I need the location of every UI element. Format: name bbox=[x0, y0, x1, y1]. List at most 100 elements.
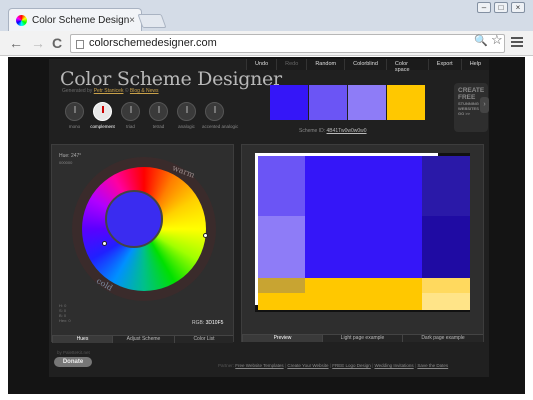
window-maximize-button[interactable]: □ bbox=[494, 2, 508, 13]
menu-help[interactable]: Help bbox=[460, 59, 489, 70]
footer-link[interactable]: FREE Logo Design bbox=[332, 363, 371, 368]
tab-preview[interactable]: Preview bbox=[242, 334, 322, 342]
scheme-label: accented analogic bbox=[202, 124, 239, 129]
scheme-tetrad[interactable]: tetrad bbox=[146, 102, 171, 129]
new-tab-button[interactable] bbox=[137, 14, 167, 28]
app-container: Color Scheme Designer Generated by Petr … bbox=[49, 59, 489, 377]
preview-panel: Preview Light page example Dark page exa… bbox=[241, 144, 484, 342]
footer-links: Partner: Free Website Templates | Create… bbox=[218, 363, 449, 368]
footer-link[interactable]: Wedding Invitations bbox=[374, 363, 413, 368]
menu-random[interactable]: Random bbox=[306, 59, 345, 70]
triad-scheme-icon bbox=[121, 102, 140, 121]
complement-handle[interactable] bbox=[102, 241, 107, 246]
preview-block-dark bbox=[422, 156, 470, 216]
accented-analogic-scheme-icon bbox=[205, 102, 224, 121]
browser-toolbar: ← → C colorschemedesigner.com 🔍 ☆ bbox=[0, 31, 533, 56]
preview-area bbox=[255, 153, 470, 312]
scheme-label: analogic bbox=[178, 124, 195, 129]
swatch-complement[interactable] bbox=[387, 85, 425, 120]
forward-button[interactable]: → bbox=[31, 35, 45, 51]
tab-color-list[interactable]: Color List bbox=[174, 335, 233, 343]
tetrad-scheme-icon bbox=[149, 102, 168, 121]
donate-button[interactable]: Donate bbox=[54, 357, 92, 367]
favicon-icon bbox=[16, 14, 27, 26]
hue-readout: Hue: 247° bbox=[59, 153, 82, 159]
byline-separator: © bbox=[124, 88, 129, 94]
zoom-icon[interactable]: 🔍 bbox=[474, 34, 488, 47]
scheme-label: complement bbox=[90, 124, 115, 129]
menu-colorblind[interactable]: Colorblind bbox=[344, 59, 386, 70]
reload-button[interactable]: C bbox=[52, 35, 62, 51]
color-wheel[interactable]: warm cold bbox=[72, 157, 216, 301]
ad-next-button[interactable]: › bbox=[480, 97, 489, 113]
footer-prefix: Partner: bbox=[218, 363, 235, 368]
scheme-id: Scheme ID: 4B41Tw0w0w0w0 bbox=[299, 128, 367, 134]
preview-block-compl-lighter bbox=[422, 293, 470, 310]
primary-handle[interactable] bbox=[203, 233, 208, 238]
right-panel-tabs: Preview Light page example Dark page exa… bbox=[242, 334, 483, 342]
color-stats: H: 0 S: 0 B: 0 Hex: 0 bbox=[59, 303, 71, 323]
page-icon bbox=[76, 40, 84, 49]
hue-sub-readout: 000000 bbox=[59, 160, 73, 165]
rgb-readout: RGB: 3D10F5 bbox=[192, 320, 223, 326]
scheme-label: mono bbox=[68, 124, 81, 129]
ad-line: CREATE bbox=[458, 87, 485, 94]
address-bar[interactable]: colorschemedesigner.com bbox=[70, 34, 505, 53]
window-minimize-button[interactable]: – bbox=[477, 2, 491, 13]
menu-redo[interactable]: Redo bbox=[276, 59, 307, 70]
author-link[interactable]: Petr Stanicek bbox=[94, 88, 124, 94]
back-button[interactable]: ← bbox=[9, 35, 23, 51]
swatch-secondary-1[interactable] bbox=[309, 85, 347, 120]
complement-scheme-icon bbox=[93, 102, 112, 121]
swatch-primary[interactable] bbox=[270, 85, 308, 120]
preview-block-compl-light bbox=[422, 278, 470, 293]
preview-block-compl bbox=[258, 293, 305, 310]
url-text: colorschemedesigner.com bbox=[89, 37, 217, 49]
scheme-complement[interactable]: complement bbox=[90, 102, 115, 129]
tab-title: Color Scheme Designer 3 bbox=[32, 14, 130, 26]
selected-color-disc bbox=[105, 190, 163, 248]
preview-block-darker bbox=[422, 216, 470, 278]
tab-hues[interactable]: Hues bbox=[52, 335, 112, 343]
preview-block-compl-main bbox=[305, 278, 422, 310]
footer-link[interactable]: Save the Dates bbox=[417, 363, 448, 368]
analogic-scheme-icon bbox=[177, 102, 196, 121]
preview-block-lighter bbox=[258, 216, 305, 278]
left-panel-tabs: Hues Adjust Scheme Color List bbox=[52, 335, 233, 343]
browser-menu-icon[interactable] bbox=[511, 37, 523, 49]
menu-color-space[interactable]: Color space bbox=[385, 59, 428, 73]
scheme-label: tetrad bbox=[152, 124, 165, 129]
byline: Generated by Petr Stanicek © Blog & News bbox=[62, 88, 159, 94]
scheme-type-selector: mono complement triad tetrad analogic ac… bbox=[62, 102, 239, 129]
scheme-analogic[interactable]: analogic bbox=[174, 102, 199, 129]
tab-close-icon[interactable]: × bbox=[129, 15, 135, 26]
scheme-accented-analogic[interactable]: accented analogic bbox=[202, 102, 239, 129]
blog-link[interactable]: Blog & News bbox=[130, 88, 159, 94]
powered-by: by PaletteKit.net bbox=[57, 350, 90, 355]
scheme-triad[interactable]: triad bbox=[118, 102, 143, 129]
tab-light-page-example[interactable]: Light page example bbox=[322, 334, 402, 342]
swatch-secondary-2[interactable] bbox=[348, 85, 386, 120]
menu-export[interactable]: Export bbox=[427, 59, 461, 70]
scheme-mono[interactable]: mono bbox=[62, 102, 87, 129]
preview-block-compl-dark bbox=[258, 278, 305, 293]
scheme-label: triad bbox=[126, 124, 135, 129]
menu-undo[interactable]: Undo bbox=[246, 59, 277, 70]
browser-tab[interactable]: Color Scheme Designer 3 × bbox=[8, 8, 142, 31]
top-menu: Undo Redo Random Colorblind Color space … bbox=[246, 59, 489, 73]
footer-link[interactable]: Create Your Website bbox=[287, 363, 328, 368]
app-title: Color Scheme Designer bbox=[60, 68, 282, 90]
footer-link[interactable]: Free Website Templates bbox=[235, 363, 283, 368]
rgb-value: 3D10F5 bbox=[205, 320, 224, 326]
rgb-label: RGB: bbox=[192, 320, 205, 326]
scheme-id-link[interactable]: 4B41Tw0w0w0w0 bbox=[327, 128, 367, 134]
tab-dark-page-example[interactable]: Dark page example bbox=[402, 334, 483, 342]
preview-block-light bbox=[258, 156, 305, 216]
tab-strip: Color Scheme Designer 3 × – □ × bbox=[0, 0, 533, 31]
byline-prefix: Generated by bbox=[62, 88, 93, 94]
hue-panel: Hue: 247° 000000 warm cold H: 0 S: 0 B: … bbox=[51, 144, 234, 343]
page: Color Scheme Designer Generated by Petr … bbox=[8, 57, 525, 394]
window-close-button[interactable]: × bbox=[511, 2, 525, 13]
bookmark-star-icon[interactable]: ☆ bbox=[491, 32, 503, 48]
tab-adjust-scheme[interactable]: Adjust Scheme bbox=[112, 335, 174, 343]
